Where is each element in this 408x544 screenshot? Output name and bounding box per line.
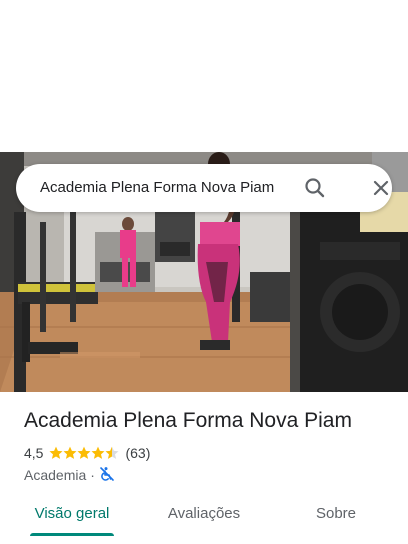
star-icon-3 (77, 446, 91, 459)
blank-header-area (0, 0, 408, 152)
search-bar[interactable]: Academia Plena Forma Nova Piam (16, 164, 392, 212)
tab-about[interactable]: Sobre (300, 496, 372, 532)
rating-value: 4,5 (24, 445, 44, 461)
category-row: Academia · (24, 466, 115, 484)
search-icon[interactable] (302, 175, 328, 201)
rating-row[interactable]: 4,5 (63) (24, 444, 150, 462)
selected-tab-indicator (30, 533, 114, 536)
star-icon-2 (63, 446, 77, 459)
review-count[interactable]: (63) (125, 445, 150, 461)
place-tabs: Visão geral Avaliações Sobre (0, 496, 408, 544)
star-icon-4 (91, 446, 105, 459)
search-input[interactable]: Academia Plena Forma Nova Piam (40, 164, 298, 212)
tab-overview[interactable]: Visão geral (20, 496, 124, 532)
star-rating (49, 446, 119, 460)
place-category: Academia (24, 467, 87, 483)
star-icon-1 (49, 446, 63, 459)
star-icon-5-half (105, 446, 119, 459)
close-icon[interactable] (368, 175, 394, 201)
separator-dot: · (90, 467, 95, 483)
tab-reviews[interactable]: Avaliações (158, 496, 250, 532)
place-title: Academia Plena Forma Nova Piam (24, 409, 352, 432)
not-accessible-icon (99, 466, 115, 485)
